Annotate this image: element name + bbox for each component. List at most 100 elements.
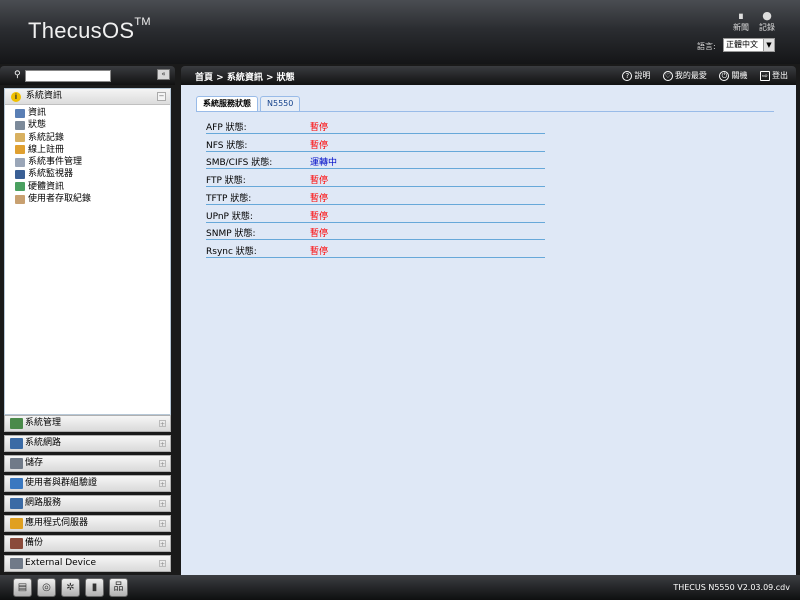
sidebar-item-log[interactable]: 系統記錄 — [15, 132, 170, 144]
favorites-button[interactable]: ♡ 我的最愛 — [662, 70, 707, 81]
service-status: 暫停 — [310, 246, 329, 257]
service-label: SMB/CIFS 狀態: — [206, 158, 273, 169]
service-row: SNMP 狀態: 暫停 — [206, 222, 545, 241]
footer: ▤ ◎ ✲ ▮ 品 THECUS N5550 V2.03.09.cdv — [0, 575, 800, 600]
service-row: NFS 狀態: 暫停 — [206, 134, 545, 152]
register-icon — [15, 145, 25, 155]
service-label: FTP 狀態: — [206, 176, 246, 187]
breadcrumb-system-info: 系統資訊 — [226, 73, 263, 83]
service-status: 暫停 — [310, 140, 329, 151]
info-monitor-icon — [15, 108, 25, 118]
backup-icon — [10, 538, 23, 549]
external-device-icon — [10, 558, 23, 569]
search-icon: ⚲ — [14, 70, 21, 80]
disk-icon[interactable]: ▤ — [13, 578, 32, 597]
expand-icon[interactable]: + — [159, 560, 166, 568]
collapse-sidebar-button[interactable]: « — [157, 69, 170, 80]
sidebar-item-register[interactable]: 線上註冊 — [15, 144, 170, 156]
expand-icon[interactable]: + — [159, 500, 166, 508]
tab-0[interactable]: 系統服務狀態 — [196, 96, 258, 111]
logout-icon: ⇨ — [760, 70, 770, 81]
sidebar-item-info-monitor[interactable]: 資訊 — [15, 107, 170, 119]
service-status: 暫停 — [310, 211, 329, 222]
speech-bubble-icon: ● — [762, 9, 772, 22]
collapse-panel-icon[interactable]: − — [157, 92, 166, 101]
tools-icon — [10, 418, 23, 429]
sidebar-section-external-device[interactable]: External Device + — [4, 555, 171, 572]
network-service-icon — [10, 498, 23, 509]
help-button[interactable]: ? 說明 — [622, 70, 650, 81]
sidebar-section-backup[interactable]: 備份 + — [4, 535, 171, 552]
search-input[interactable] — [25, 70, 111, 82]
tab-strip: 系統服務狀態 N5550 — [196, 96, 302, 111]
sidebar-section-users[interactable]: 使用者與群組驗證 + — [4, 475, 171, 492]
service-row: TFTP 狀態: 暫停 — [206, 187, 545, 205]
service-row: Rsync 狀態: 暫停 — [206, 240, 545, 258]
shutdown-button[interactable]: ⏻ 關機 — [719, 70, 747, 81]
breadcrumb: 首頁 > 系統資訊 > 狀態 — [195, 73, 295, 83]
logout-button[interactable]: ⇨ 登出 — [760, 70, 788, 81]
network-tree-icon[interactable]: 品 — [109, 578, 128, 597]
service-label: UPnP 狀態: — [206, 211, 253, 222]
monitor-icon — [15, 169, 25, 179]
expand-icon[interactable]: + — [159, 520, 166, 528]
expand-icon[interactable]: + — [159, 420, 166, 428]
language-label: 語言: — [697, 42, 716, 51]
sidebar-item-status-user[interactable]: 狀態 — [15, 119, 170, 131]
breadcrumb-home[interactable]: 首頁 — [195, 73, 213, 83]
sidebar-section-storage[interactable]: 儲存 + — [4, 455, 171, 472]
app-server-icon — [10, 518, 23, 529]
hardware-icon — [15, 182, 25, 192]
network-icon — [10, 438, 23, 449]
service-row: AFP 狀態: 暫停 — [206, 116, 545, 134]
sidebar-item-monitor[interactable]: 系統監視器 — [15, 168, 170, 180]
system-info-panel: i 系統資訊 − 資訊 狀態 系統記錄 線上註冊 系統事件管理 系統監視器 硬體資訊 使用者存… — [4, 88, 171, 415]
expand-icon[interactable]: + — [159, 460, 166, 468]
top-actions: ? 說明 ♡ 我的最愛 ⏻ 關機 ⇨ 登出 — [612, 70, 788, 81]
access-log-icon — [15, 194, 25, 204]
sidebar-section-network-service[interactable]: 網路服務 + — [4, 495, 171, 512]
expand-icon[interactable]: + — [159, 540, 166, 548]
service-label: Rsync 狀態: — [206, 246, 257, 257]
service-label: AFP 狀態: — [206, 123, 247, 133]
log-button[interactable]: ● 記錄 — [756, 10, 778, 33]
tree: 資訊 狀態 系統記錄 線上註冊 系統事件管理 系統監視器 硬體資訊 使用者存取紀錄 — [5, 105, 170, 205]
sidebar-item-access-log[interactable]: 使用者存取紀錄 — [15, 193, 170, 205]
cd-icon[interactable]: ◎ — [37, 578, 56, 597]
fan-icon[interactable]: ✲ — [61, 578, 80, 597]
service-status: 暫停 — [310, 229, 329, 240]
service-row: SMB/CIFS 狀態: 運轉中 — [206, 151, 545, 170]
tab-1[interactable]: N5550 — [260, 96, 301, 111]
service-status: 暫停 — [310, 123, 329, 133]
expand-icon[interactable]: + — [159, 480, 166, 488]
thermometer-icon[interactable]: ▮ — [85, 578, 104, 597]
help-icon: ? — [622, 70, 633, 81]
info-icon: i — [11, 91, 21, 102]
main-toolbar: 首頁 > 系統資訊 > 狀態 ? 說明 ♡ 我的最愛 ⏻ 關機 ⇨ 登出 — [181, 66, 796, 85]
sidebar-item-event[interactable]: 系統事件管理 — [15, 156, 170, 168]
service-status: 運轉中 — [310, 158, 338, 169]
power-icon: ⏻ — [719, 70, 730, 81]
sidebar-section-tools[interactable]: 系統管理 + — [4, 415, 171, 432]
storage-icon — [10, 458, 23, 469]
service-row: UPnP 狀態: 暫停 — [206, 205, 545, 223]
panel-header[interactable]: i 系統資訊 − — [5, 89, 170, 105]
service-row: FTP 狀態: 暫停 — [206, 169, 545, 188]
sidebar-section-app-server[interactable]: 應用程式伺服器 + — [4, 515, 171, 532]
event-icon — [15, 157, 25, 167]
logo: ThecusOSTM — [28, 16, 151, 43]
sidebar-section-network[interactable]: 系統網路 + — [4, 435, 171, 452]
heart-icon: ♡ — [662, 70, 673, 81]
service-label: NFS 狀態: — [206, 140, 248, 151]
service-label: SNMP 狀態: — [206, 229, 256, 240]
sidebar-item-hardware[interactable]: 硬體資訊 — [15, 181, 170, 193]
language-select[interactable]: 正體中文 ▼ — [723, 38, 775, 52]
sidebar-toolbar: ⚲ « — [0, 66, 175, 85]
version-label: THECUS N5550 V2.03.09.cdv — [673, 583, 790, 592]
news-button[interactable]: ∎ 新聞 — [730, 10, 752, 33]
header: ThecusOSTM ∎ 新聞 ● 記錄 語言: 正體中文 ▼ — [0, 0, 800, 64]
chevron-down-icon: ▼ — [763, 39, 774, 51]
expand-icon[interactable]: + — [159, 440, 166, 448]
service-status: 暫停 — [310, 176, 329, 187]
service-label: TFTP 狀態: — [206, 193, 252, 204]
